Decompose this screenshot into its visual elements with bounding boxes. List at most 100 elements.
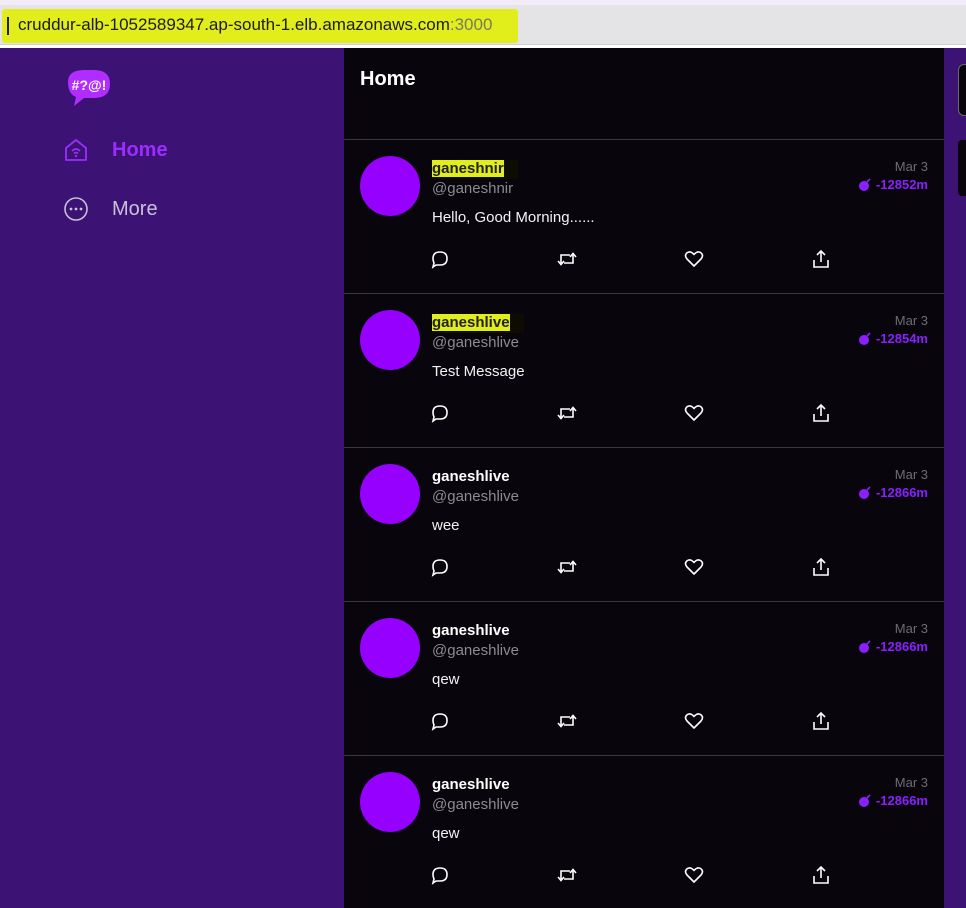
repost-icon: [557, 252, 577, 266]
share-button[interactable]: [809, 863, 833, 887]
like-button[interactable]: [682, 401, 706, 425]
post-message: Hello, Good Morning......: [432, 209, 595, 226]
post-handle[interactable]: @ganeshlive: [432, 334, 519, 351]
reply-button[interactable]: [428, 555, 452, 579]
reply-icon: [431, 405, 448, 423]
post-expiry: -12866m: [858, 485, 928, 500]
repost-icon: [557, 868, 577, 882]
repost-icon: [557, 406, 577, 420]
post-display-name[interactable]: ganeshnir: [432, 160, 518, 179]
share-icon: [813, 403, 829, 422]
reply-button[interactable]: [428, 247, 452, 271]
repost-button[interactable]: [555, 401, 579, 425]
post[interactable]: ganeshlive @ganeshlive wee Mar 3 -12866m: [344, 448, 944, 602]
url-port: :3000: [449, 15, 493, 34]
post-display-name[interactable]: ganeshlive: [432, 314, 524, 333]
share-icon: [813, 249, 829, 268]
sidebar-item-label: Home: [112, 138, 168, 161]
repost-button[interactable]: [555, 247, 579, 271]
page-title: Home: [360, 68, 416, 90]
post-message: qew: [432, 671, 460, 688]
reply-icon: [431, 867, 448, 885]
display-name-text: ganeshlive: [432, 314, 510, 331]
post[interactable]: ganeshlive @ganeshlive Test Message Mar …: [344, 294, 944, 448]
right-panel-card: [958, 140, 966, 196]
post-date: Mar 3: [894, 313, 928, 328]
share-button[interactable]: [809, 247, 833, 271]
text-caret: [7, 17, 9, 35]
reply-button[interactable]: [428, 709, 452, 733]
search-box[interactable]: [958, 64, 966, 116]
expiry-text: -12852m: [875, 177, 928, 192]
like-button[interactable]: [682, 709, 706, 733]
bomb-icon: [858, 793, 872, 808]
avatar[interactable]: [360, 772, 420, 832]
heart-icon: [684, 867, 704, 883]
post-actions: [428, 555, 928, 579]
repost-button[interactable]: [555, 863, 579, 887]
post-message: qew: [432, 825, 460, 842]
logo-icon: #?@!: [68, 70, 110, 106]
app-root: #?@! Home More Home ganeshnir @ganeshnir…: [0, 48, 966, 908]
avatar[interactable]: [360, 156, 420, 216]
share-button[interactable]: [809, 401, 833, 425]
share-button[interactable]: [809, 555, 833, 579]
address-bar[interactable]: cruddur-alb-1052589347.ap-south-1.elb.am…: [0, 5, 966, 45]
post[interactable]: ganeshnir @ganeshnir Hello, Good Morning…: [344, 140, 944, 294]
post-expiry: -12852m: [858, 177, 928, 192]
display-name-text: ganeshnir: [432, 160, 504, 177]
logo[interactable]: #?@!: [64, 68, 112, 108]
expiry-text: -12866m: [875, 793, 928, 808]
post-expiry: -12866m: [858, 639, 928, 654]
repost-button[interactable]: [555, 709, 579, 733]
post-expiry: -12866m: [858, 793, 928, 808]
post-actions: [428, 709, 928, 733]
share-icon: [813, 865, 829, 884]
like-button[interactable]: [682, 555, 706, 579]
avatar[interactable]: [360, 618, 420, 678]
reply-button[interactable]: [428, 401, 452, 425]
expiry-text: -12854m: [875, 331, 928, 346]
heart-icon: [684, 559, 704, 575]
post-message: Test Message: [432, 363, 525, 380]
share-icon: [813, 557, 829, 576]
repost-icon: [557, 714, 577, 728]
post[interactable]: ganeshlive @ganeshlive qew Mar 3 -12866m: [344, 756, 944, 908]
feed-header: Home: [344, 48, 944, 140]
heart-icon: [684, 713, 704, 729]
post-date: Mar 3: [894, 159, 928, 174]
bomb-icon: [858, 331, 872, 346]
url-text[interactable]: cruddur-alb-1052589347.ap-south-1.elb.am…: [18, 15, 492, 35]
reply-icon: [431, 251, 448, 269]
avatar[interactable]: [360, 464, 420, 524]
like-button[interactable]: [682, 863, 706, 887]
repost-button[interactable]: [555, 555, 579, 579]
more-icon: [62, 195, 90, 223]
post-display-name[interactable]: ganeshlive: [432, 468, 510, 485]
reply-button[interactable]: [428, 863, 452, 887]
reply-icon: [431, 713, 448, 731]
post-message: wee: [432, 517, 460, 534]
post-display-name[interactable]: ganeshlive: [432, 776, 510, 793]
post-display-name[interactable]: ganeshlive: [432, 622, 510, 639]
post-handle[interactable]: @ganeshlive: [432, 642, 519, 659]
sidebar-item-more[interactable]: More: [62, 193, 158, 225]
sidebar-item-home[interactable]: Home: [62, 134, 168, 166]
share-button[interactable]: [809, 709, 833, 733]
sidebar: #?@! Home More: [0, 48, 344, 908]
like-button[interactable]: [682, 247, 706, 271]
reply-icon: [431, 559, 448, 577]
post-actions: [428, 863, 928, 887]
right-panel: [944, 48, 966, 908]
post-handle[interactable]: @ganeshnir: [432, 180, 513, 197]
avatar[interactable]: [360, 310, 420, 370]
post-actions: [428, 401, 928, 425]
bomb-icon: [858, 639, 872, 654]
post-handle[interactable]: @ganeshlive: [432, 488, 519, 505]
post-handle[interactable]: @ganeshlive: [432, 796, 519, 813]
bomb-icon: [858, 485, 872, 500]
home-icon: [62, 136, 90, 164]
post[interactable]: ganeshlive @ganeshlive qew Mar 3 -12866m: [344, 602, 944, 756]
bomb-icon: [858, 177, 872, 192]
url-host: cruddur-alb-1052589347.ap-south-1.elb.am…: [18, 15, 450, 34]
